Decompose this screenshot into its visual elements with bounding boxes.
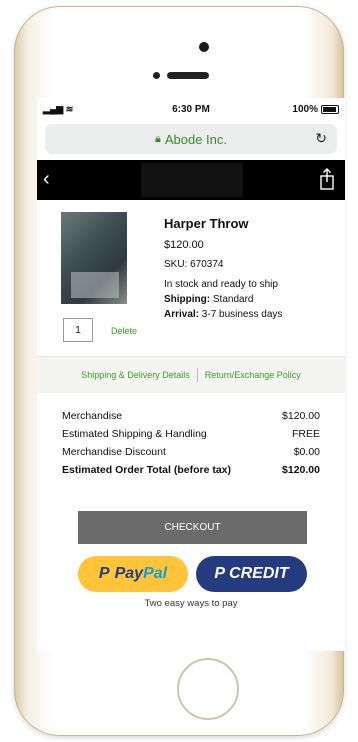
quantity-input[interactable]: 1 — [63, 318, 93, 342]
paypal-pal-text: Pal — [143, 565, 168, 582]
paypal-credit-button[interactable]: P CREDIT — [196, 556, 307, 592]
nav-bar: ‹ — [37, 160, 345, 200]
speaker-grille — [167, 72, 209, 79]
phone-screen: ▂▄▆ ≋ 6:30 PM 100% 🔒︎ Abode Inc. ↻ ‹ Har… — [37, 98, 345, 651]
return-policy-link[interactable]: Return/Exchange Policy — [205, 370, 301, 380]
back-icon[interactable]: ‹ — [43, 168, 50, 191]
arrival-label: Arrival: — [164, 309, 200, 320]
arrival-value: 3-7 business days — [201, 309, 283, 320]
product-sku: SKU: 670374 — [164, 259, 224, 270]
total-label: Estimated Order Total (before tax) — [62, 464, 232, 476]
shipping-details-link[interactable]: Shipping & Delivery Details — [81, 370, 190, 380]
battery-status: 100% — [292, 104, 339, 115]
share-icon[interactable] — [319, 168, 335, 190]
total-value: $120.00 — [282, 464, 320, 476]
battery-icon — [321, 105, 339, 114]
arrival-info: Arrival: 3-7 business days — [164, 309, 282, 320]
image-detail — [71, 272, 119, 298]
sensor-dot — [153, 72, 160, 79]
home-button[interactable] — [177, 658, 239, 720]
paypal-button[interactable]: P Pay Pal — [78, 556, 188, 592]
discount-row: Merchandise Discount $0.00 — [62, 446, 320, 458]
product-section: Harper Throw $120.00 SKU: 670374 In stoc… — [37, 200, 345, 355]
merchandise-label: Merchandise — [62, 410, 123, 422]
reload-icon[interactable]: ↻ — [315, 130, 327, 147]
paypal-logo-icon: P — [98, 565, 110, 582]
discount-value: $0.00 — [293, 446, 320, 458]
logo-area — [141, 163, 243, 197]
credit-text: CREDIT — [229, 565, 289, 582]
discount-label: Merchandise Discount — [62, 446, 166, 458]
product-image[interactable] — [61, 212, 127, 304]
camera-icon — [199, 42, 209, 52]
url-bar[interactable]: 🔒︎ Abode Inc. ↻ — [45, 124, 337, 154]
delete-link[interactable]: Delete — [111, 326, 137, 336]
paypal-pay-text: Pay — [114, 565, 144, 582]
link-divider — [196, 368, 198, 382]
merchandise-value: $120.00 — [282, 410, 320, 422]
checkout-button[interactable]: CHECKOUT — [78, 511, 307, 544]
shipping-row: Estimated Shipping & Handling FREE — [62, 428, 320, 440]
total-row: Estimated Order Total (before tax) $120.… — [62, 464, 320, 476]
shipping-cost-label: Estimated Shipping & Handling — [62, 428, 207, 440]
paypal-credit-logo-icon: P — [214, 565, 226, 582]
lock-icon: 🔒︎ — [154, 132, 161, 145]
shipping-value: Standard — [212, 294, 254, 305]
battery-percent: 100% — [292, 104, 318, 115]
shipping-info: Shipping: Standard — [164, 294, 253, 305]
policy-links: Shipping & Delivery Details Return/Excha… — [37, 356, 345, 393]
product-name[interactable]: Harper Throw — [164, 216, 249, 231]
site-name: Abode Inc. — [164, 131, 227, 147]
shipping-label: Shipping: — [164, 294, 211, 305]
stock-status: In stock and ready to ship — [164, 279, 278, 290]
shipping-cost-value: FREE — [291, 428, 320, 440]
phone-frame: ▂▄▆ ≋ 6:30 PM 100% 🔒︎ Abode Inc. ↻ ‹ Har… — [14, 6, 345, 736]
payment-tagline: Two easy ways to pay — [144, 598, 238, 609]
merchandise-row: Merchandise $120.00 — [62, 410, 320, 422]
product-price: $120.00 — [164, 239, 204, 251]
status-bar: ▂▄▆ ≋ 6:30 PM 100% — [37, 98, 345, 120]
